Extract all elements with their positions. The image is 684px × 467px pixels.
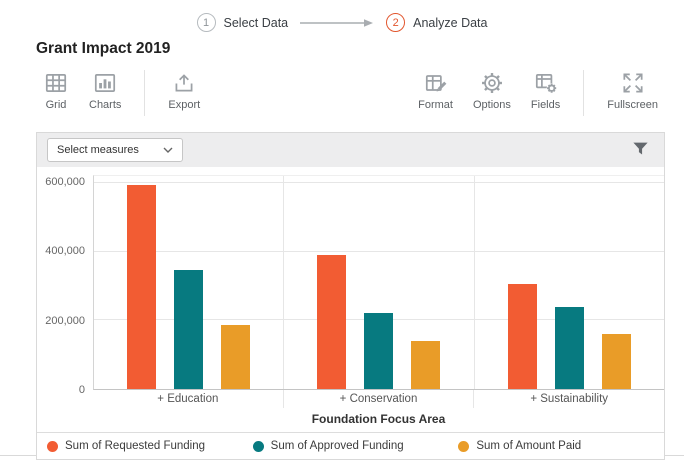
bar[interactable] — [411, 340, 441, 389]
step-2-number: 2 — [386, 13, 406, 32]
stepper-arrow-icon — [300, 18, 374, 28]
bar[interactable] — [601, 334, 631, 389]
legend-swatch — [47, 440, 58, 452]
options-button[interactable]: Options — [466, 70, 518, 111]
charts-label: Charts — [89, 99, 122, 111]
bar-group — [94, 176, 283, 389]
bar[interactable] — [364, 313, 394, 389]
bar[interactable] — [507, 284, 537, 389]
category-label[interactable]: + Sustainability — [473, 390, 664, 408]
bar-group — [283, 176, 473, 389]
funnel-icon — [633, 142, 648, 155]
y-tick-label: 200,000 — [45, 314, 85, 327]
chart-panel: Select measures 0 200,000 400,000 600,000 +… — [36, 132, 665, 460]
toolbar-left-group: Grid Charts Export — [36, 70, 207, 116]
legend-swatch — [458, 440, 470, 452]
format-label: Format — [418, 99, 453, 111]
format-icon — [423, 70, 449, 96]
legend-swatch — [252, 440, 264, 452]
category-label[interactable]: + Education — [93, 390, 283, 408]
bar[interactable] — [554, 306, 584, 389]
legend-label: Sum of Approved Funding — [270, 440, 404, 452]
bar[interactable] — [174, 270, 204, 389]
step-1-number: 1 — [196, 13, 216, 32]
export-button[interactable]: Export — [161, 70, 207, 111]
stepper: 1 Select Data 2 Analyze Data — [0, 0, 684, 32]
step-select-data[interactable]: 1 Select Data — [196, 13, 289, 32]
chart-legend: Sum of Requested Funding Sum of Approved … — [37, 432, 664, 459]
plot-area — [93, 175, 664, 390]
grid-icon — [43, 70, 69, 96]
fields-label: Fields — [530, 99, 561, 111]
legend-item: Sum of Requested Funding — [47, 440, 253, 452]
fullscreen-icon — [620, 70, 646, 96]
charts-icon — [92, 70, 118, 96]
measures-select-label: Select measures — [57, 144, 139, 156]
filter-button[interactable] — [627, 137, 654, 163]
fullscreen-button[interactable]: Fullscreen — [600, 70, 665, 111]
legend-item: Sum of Approved Funding — [252, 440, 459, 452]
legend-item: Sum of Amount Paid — [458, 440, 664, 452]
fullscreen-label: Fullscreen — [607, 99, 658, 111]
options-label: Options — [472, 99, 511, 111]
legend-label: Sum of Amount Paid — [476, 440, 582, 452]
y-tick-label: 400,000 — [45, 245, 85, 258]
step-1-label: Select Data — [223, 15, 289, 30]
y-tick-label: 0 — [78, 384, 85, 396]
legend-label: Sum of Requested Funding — [65, 440, 206, 452]
toolbar-right-group: Format Options Fields Fullscreen — [411, 70, 665, 116]
chevron-down-icon — [163, 147, 173, 153]
chart-body: 0 200,000 400,000 600,000 — [37, 175, 664, 396]
fields-icon — [533, 70, 559, 96]
x-axis-labels: + Education + Conservation + Sustainabilit… — [93, 390, 664, 408]
options-gear-icon — [479, 70, 505, 96]
measures-select[interactable]: Select measures — [47, 138, 183, 162]
export-icon — [171, 70, 197, 96]
y-axis: 0 200,000 400,000 600,000 — [37, 175, 93, 396]
chart: 0 200,000 400,000 600,000 + Education + Cons… — [37, 167, 664, 432]
toolbar: Grid Charts Export Format Options Fields… — [36, 70, 665, 120]
measures-bar: Select measures — [37, 133, 664, 167]
fields-button[interactable]: Fields — [524, 70, 567, 111]
x-axis-title: Foundation Focus Area — [311, 412, 446, 426]
step-2-label: Analyze Data — [413, 15, 488, 30]
toolbar-divider — [583, 70, 585, 116]
bar[interactable] — [221, 325, 251, 389]
category-label[interactable]: + Conservation — [282, 390, 474, 408]
bar-group — [473, 176, 664, 389]
bar[interactable] — [317, 255, 347, 389]
bar[interactable] — [127, 184, 157, 389]
format-button[interactable]: Format — [411, 70, 460, 111]
step-analyze-data[interactable]: 2 Analyze Data — [386, 13, 487, 32]
charts-button[interactable]: Charts — [82, 70, 128, 111]
grid-button[interactable]: Grid — [36, 70, 76, 111]
toolbar-divider — [144, 70, 146, 116]
page-title: Grant Impact 2019 — [36, 40, 171, 57]
grid-label: Grid — [45, 99, 67, 111]
pivot-app: 1 Select Data 2 Analyze Data Grant Impac… — [0, 0, 684, 460]
y-tick-label: 600,000 — [45, 175, 85, 188]
export-label: Export — [168, 99, 201, 111]
